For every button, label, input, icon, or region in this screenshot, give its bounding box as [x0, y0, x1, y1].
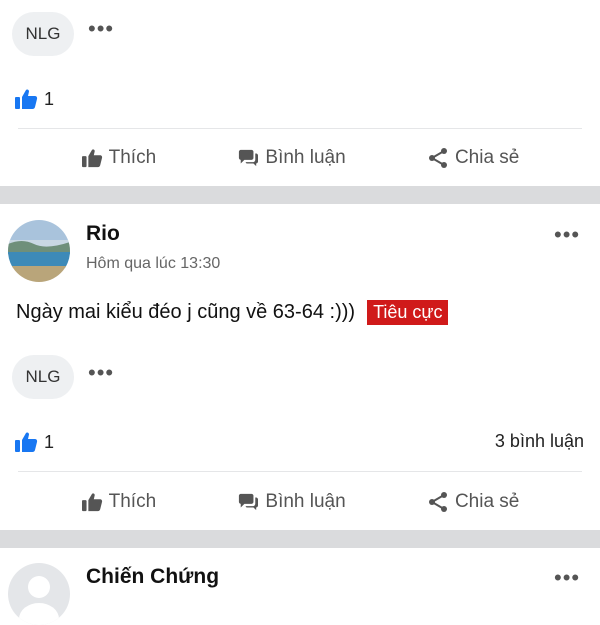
share-label: Chia sẻ [454, 147, 520, 168]
default-avatar-icon [19, 576, 59, 625]
comment-icon [239, 493, 259, 511]
like-summary[interactable]: 1 [14, 88, 54, 110]
post-menu-button[interactable]: ••• [554, 222, 580, 248]
post-text: Ngày mai kiểu đéo j cũng về 63-64 :))) [16, 301, 356, 323]
post-actions: Thích Bình luận Chia sẻ [0, 143, 600, 173]
reaction-pill-label: NLG [25, 24, 61, 43]
post-menu-button[interactable]: ••• [554, 565, 580, 591]
menu-dots: ••• [554, 565, 581, 590]
post-actions: Thích Bình luận Chia sẻ [0, 487, 600, 517]
reaction-pill-label: NLG [25, 367, 61, 386]
like-button[interactable]: Thích [81, 147, 157, 169]
sentiment-badge: Tiêu cực [367, 300, 449, 325]
more-dots: ••• [88, 360, 115, 385]
like-label: Thích [108, 147, 157, 168]
share-button[interactable]: Chia sẻ [427, 491, 519, 513]
reaction-pill[interactable]: NLG [12, 12, 74, 56]
post-body: Ngày mai kiểu đéo j cũng về 63-64 :))) T… [16, 300, 449, 325]
divider [18, 128, 582, 129]
like-icon [15, 89, 38, 109]
author-name[interactable]: Rio [86, 222, 120, 246]
share-icon [428, 148, 447, 168]
avatar[interactable] [8, 563, 70, 625]
comment-button[interactable]: Bình luận [237, 147, 346, 169]
post-separator [0, 186, 600, 204]
like-count: 1 [44, 88, 55, 109]
comment-label: Bình luận [265, 491, 346, 512]
more-reactions-button[interactable]: ••• [88, 18, 114, 40]
comment-icon [239, 149, 259, 167]
like-label: Thích [108, 491, 157, 512]
like-button[interactable]: Thích [81, 491, 157, 513]
post-separator [0, 530, 600, 548]
post-timestamp[interactable]: Hôm qua lúc 13:30 [86, 255, 220, 273]
share-label: Chia sẻ [454, 491, 520, 512]
avatar-image [8, 220, 70, 282]
divider [18, 471, 582, 472]
comment-label: Bình luận [265, 147, 346, 168]
share-button[interactable]: Chia sẻ [427, 147, 519, 169]
like-icon [15, 432, 38, 452]
share-icon [428, 492, 447, 512]
like-summary[interactable]: 1 [14, 431, 54, 453]
author-name[interactable]: Chiến Chứng [86, 565, 219, 589]
thumbs-up-icon [81, 149, 102, 168]
avatar[interactable] [8, 220, 70, 282]
like-count: 1 [44, 431, 55, 452]
comment-count[interactable]: 3 bình luận [495, 431, 584, 452]
comment-button[interactable]: Bình luận [237, 491, 346, 513]
thumbs-up-icon [81, 493, 102, 512]
more-dots: ••• [88, 16, 115, 41]
more-reactions-button[interactable]: ••• [88, 362, 114, 384]
reaction-pill[interactable]: NLG [12, 355, 74, 399]
menu-dots: ••• [554, 222, 581, 247]
